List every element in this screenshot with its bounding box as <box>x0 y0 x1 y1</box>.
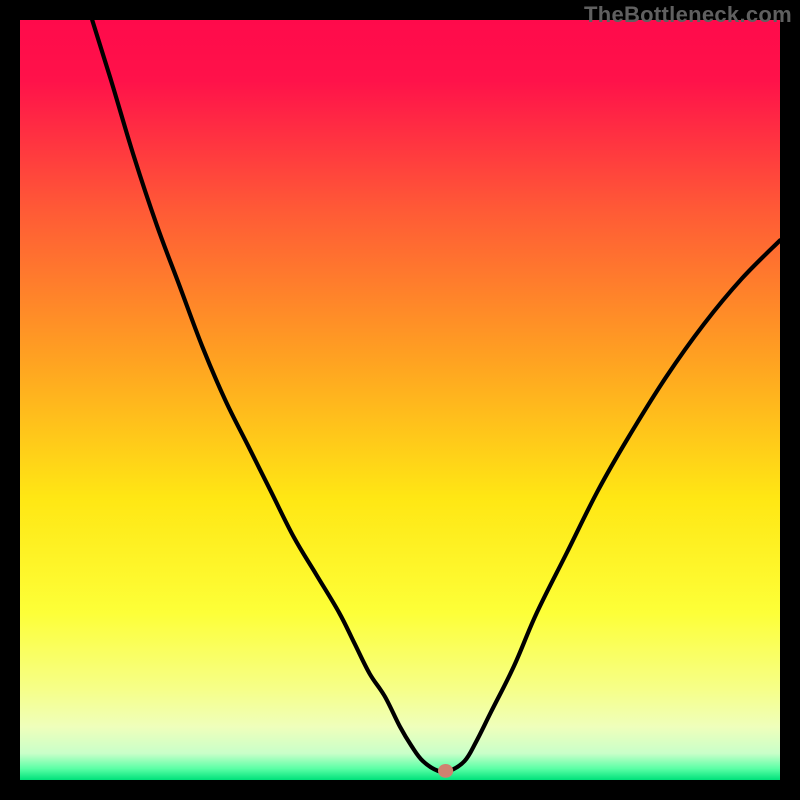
bottleneck-chart <box>20 20 780 780</box>
gradient-background <box>20 20 780 780</box>
watermark-text: TheBottleneck.com <box>584 2 792 28</box>
chart-container: TheBottleneck.com <box>0 0 800 800</box>
optimal-point-marker <box>438 764 453 778</box>
